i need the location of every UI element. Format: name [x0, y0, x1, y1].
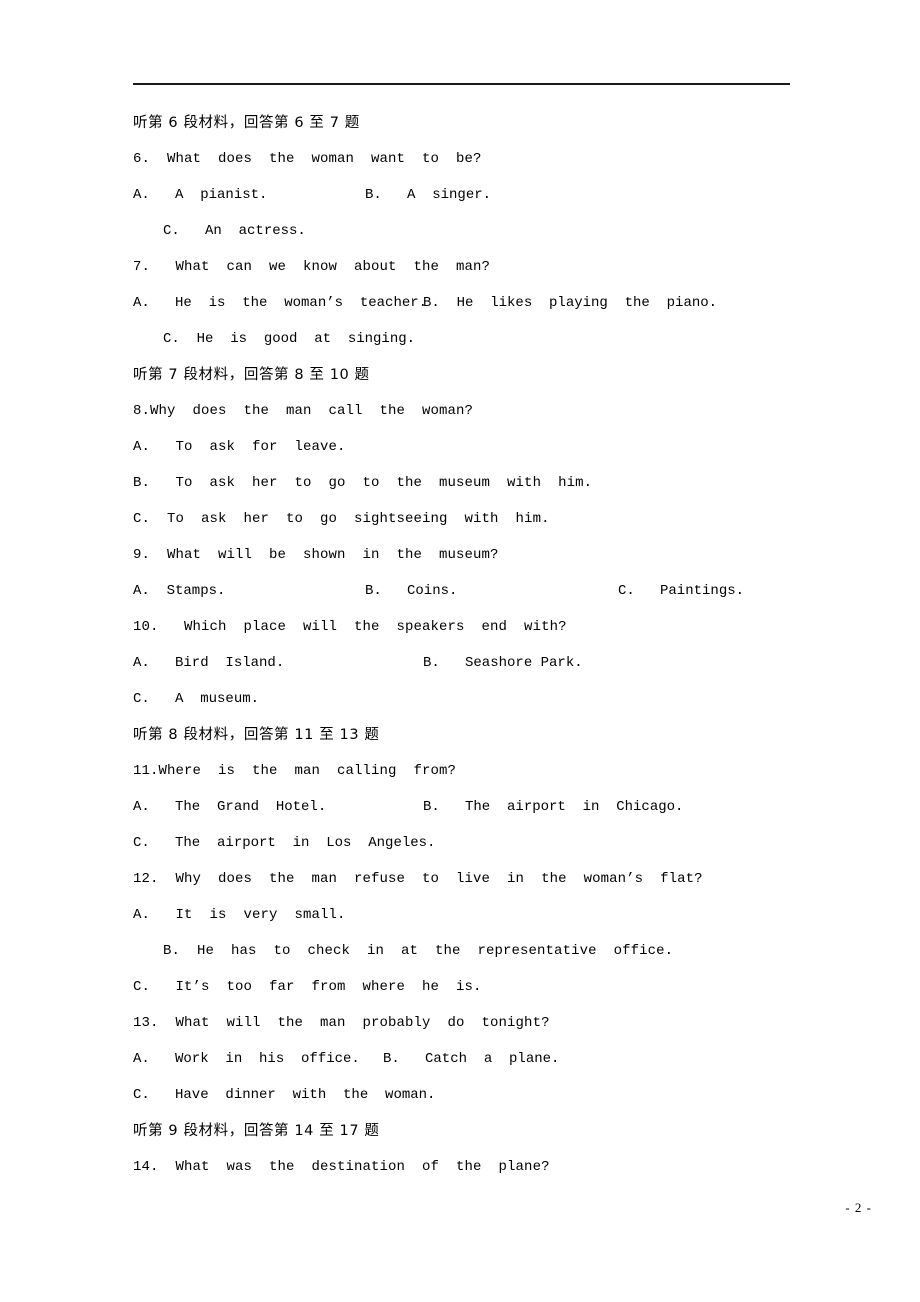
question-10-option-c[interactable]: C. A museum.: [133, 681, 259, 717]
exam-page: 听第 6 段材料，回答第 6 至 7 题 6. What does the wo…: [0, 0, 920, 1302]
question-10-options-row-1: A. Bird Island. B. Seashore Park.: [133, 645, 833, 681]
header-divider-rule: [133, 83, 790, 85]
question-6-option-b[interactable]: B. A singer.: [365, 177, 491, 213]
question-12-option-a[interactable]: A. It is very small.: [133, 897, 833, 933]
question-10-options-row-2: C. A museum.: [133, 681, 833, 717]
question-10-option-a[interactable]: A. Bird Island.: [133, 645, 284, 681]
question-7-options-row-1: A. He is the woman’s teacher. B. He like…: [133, 285, 833, 321]
question-6-options-row-2: C. An actress.: [133, 213, 833, 249]
question-11-option-a[interactable]: A. The Grand Hotel.: [133, 789, 326, 825]
question-12-stem: 12. Why does the man refuse to live in t…: [133, 871, 703, 887]
question-7-stem: 7. What can we know about the man?: [133, 259, 491, 275]
question-10-stem: 10. Which place will the speakers end wi…: [133, 619, 567, 635]
question-7-option-b[interactable]: B. He likes playing the piano.: [423, 285, 717, 321]
question-11-options-row-1: A. The Grand Hotel. B. The airport in Ch…: [133, 789, 833, 825]
question-13-option-c[interactable]: C. Have dinner with the woman.: [133, 1077, 435, 1113]
question-11-option-b[interactable]: B. The airport in Chicago.: [423, 789, 683, 825]
question-8-stem: 8.Why does the man call the woman?: [133, 403, 474, 419]
question-10-option-b[interactable]: B. Seashore Park.: [423, 645, 583, 681]
question-9-options-row: A. Stamps. B. Coins. C. Paintings.: [133, 573, 833, 609]
question-11-options-row-2: C. The airport in Los Angeles.: [133, 825, 833, 861]
section-heading-6: 听第 6 段材料，回答第 6 至 7 题: [133, 115, 360, 131]
question-6-option-c[interactable]: C. An actress.: [133, 213, 306, 249]
question-7-option-c[interactable]: C. He is good at singing.: [133, 321, 415, 357]
section-heading-7: 听第 7 段材料，回答第 8 至 10 题: [133, 367, 370, 383]
section-heading-9: 听第 9 段材料，回答第 14 至 17 题: [133, 1123, 380, 1139]
question-13-option-b[interactable]: B. Catch a plane.: [383, 1041, 559, 1077]
question-8-option-a[interactable]: A. To ask for leave.: [133, 429, 833, 465]
question-13-stem: 13. What will the man probably do tonigh…: [133, 1015, 550, 1031]
question-7-option-a[interactable]: A. He is the woman’s teacher.: [133, 285, 427, 321]
question-12-option-b[interactable]: B. He has to check in at the representat…: [133, 933, 833, 969]
question-9-option-c[interactable]: C. Paintings.: [618, 573, 744, 609]
question-8-option-b[interactable]: B. To ask her to go to the museum with h…: [133, 465, 833, 501]
question-6-stem: 6. What does the woman want to be?: [133, 151, 482, 167]
question-12-option-c[interactable]: C. It’s too far from where he is.: [133, 969, 833, 1005]
question-9-option-b[interactable]: B. Coins.: [365, 573, 457, 609]
section-heading-8: 听第 8 段材料，回答第 11 至 13 题: [133, 727, 380, 743]
exam-body: 听第 6 段材料，回答第 6 至 7 题 6. What does the wo…: [133, 105, 833, 1185]
question-9-stem: 9. What will be shown in the museum?: [133, 547, 499, 563]
question-11-stem: 11.Where is the man calling from?: [133, 763, 457, 779]
question-13-options-row-2: C. Have dinner with the woman.: [133, 1077, 833, 1113]
question-8-option-c[interactable]: C. To ask her to go sightseeing with him…: [133, 501, 833, 537]
question-13-options-row-1: A. Work in his office. B. Catch a plane.: [133, 1041, 833, 1077]
question-6-option-a[interactable]: A. A pianist.: [133, 177, 267, 213]
question-11-option-c[interactable]: C. The airport in Los Angeles.: [133, 825, 435, 861]
question-13-option-a[interactable]: A. Work in his office.: [133, 1041, 360, 1077]
page-number: - 2 -: [845, 1200, 872, 1215]
question-6-options-row-1: A. A pianist. B. A singer.: [133, 177, 833, 213]
question-7-options-row-2: C. He is good at singing.: [133, 321, 833, 357]
question-14-stem: 14. What was the destination of the plan…: [133, 1159, 550, 1175]
question-9-option-a[interactable]: A. Stamps.: [133, 573, 225, 609]
